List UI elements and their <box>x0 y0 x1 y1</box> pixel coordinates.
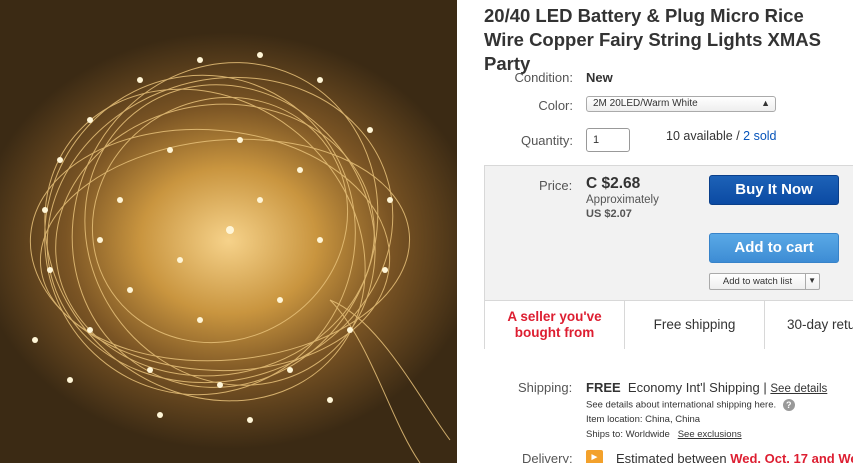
shipping-free: FREE <box>586 380 621 395</box>
delivery-text: Estimated between <box>616 451 727 463</box>
buy-it-now-button[interactable]: Buy It Now <box>709 175 839 205</box>
color-select[interactable]: 2M 20LED/Warm White ▲︎ <box>586 96 776 112</box>
exclusions-link[interactable]: See exclusions <box>678 429 742 440</box>
quantity-label: Quantity: <box>520 133 573 148</box>
shipping-details-link[interactable]: See details <box>770 383 827 395</box>
shipping-info-text: See details about international shipping… <box>586 399 777 411</box>
watch-list-label[interactable]: Add to watch list <box>710 274 806 289</box>
price-value: C $2.68 <box>586 175 641 192</box>
price-label: Price: <box>539 178 573 193</box>
approx-label: Approximately <box>586 194 659 206</box>
question-circle-icon[interactable]: ? <box>782 399 795 411</box>
flag-icon: ► <box>586 450 603 463</box>
quantity-input[interactable]: 1 <box>586 128 630 152</box>
add-to-watch-list-button[interactable]: Add to watch list ▼ <box>709 273 820 290</box>
condition-label: Condition: <box>514 70 573 85</box>
usd-price: US $2.07 <box>586 208 632 220</box>
image-gallery-divider <box>457 0 469 463</box>
shipping-label: Shipping: <box>518 380 573 395</box>
ships-to-line: Ships to: Worldwide See exclusions <box>586 429 742 440</box>
availability: 10 available / 2 sold <box>666 129 777 143</box>
delivery-date: Wed. Oct. 17 and We <box>730 451 853 463</box>
available-count: 10 available / <box>666 129 740 143</box>
color-label: Color: <box>538 98 573 113</box>
chevron-down-icon[interactable]: ▼ <box>808 276 816 285</box>
delivery-estimate: Estimated between Wed. Oct. 17 and We <box>616 451 853 463</box>
listing-title: 20/40 LED Battery & Plug Micro Rice Wire… <box>484 5 821 74</box>
fairy-lights-illustration <box>29 52 451 463</box>
color-selected-value: 2M 20LED/Warm White <box>593 98 698 109</box>
shipping-service: Economy Int'l Shipping <box>627 380 760 395</box>
product-image[interactable] <box>0 0 457 463</box>
promo-free-shipping: Free shipping <box>625 301 765 349</box>
shipping-separator: | <box>763 380 767 395</box>
condition-value: New <box>586 70 613 85</box>
item-location: Item location: China, China <box>586 414 701 425</box>
promo-strip: A seller you've bought from Free shippin… <box>485 300 853 349</box>
promo-returns: 30-day retu <box>787 317 853 332</box>
select-arrows-icon: ▲︎ <box>761 98 770 108</box>
sold-link[interactable]: 2 sold <box>743 129 776 143</box>
shipping-info-line: See details about international shipping… <box>586 399 795 411</box>
add-to-cart-button[interactable]: Add to cart <box>709 233 839 263</box>
promo-seller-badge: A seller you've bought from <box>485 301 625 349</box>
shipping-summary: FREE Economy Int'l Shipping | See detail… <box>586 380 827 395</box>
ships-to: Ships to: Worldwide <box>586 429 670 440</box>
delivery-label: Delivery: <box>522 451 573 463</box>
